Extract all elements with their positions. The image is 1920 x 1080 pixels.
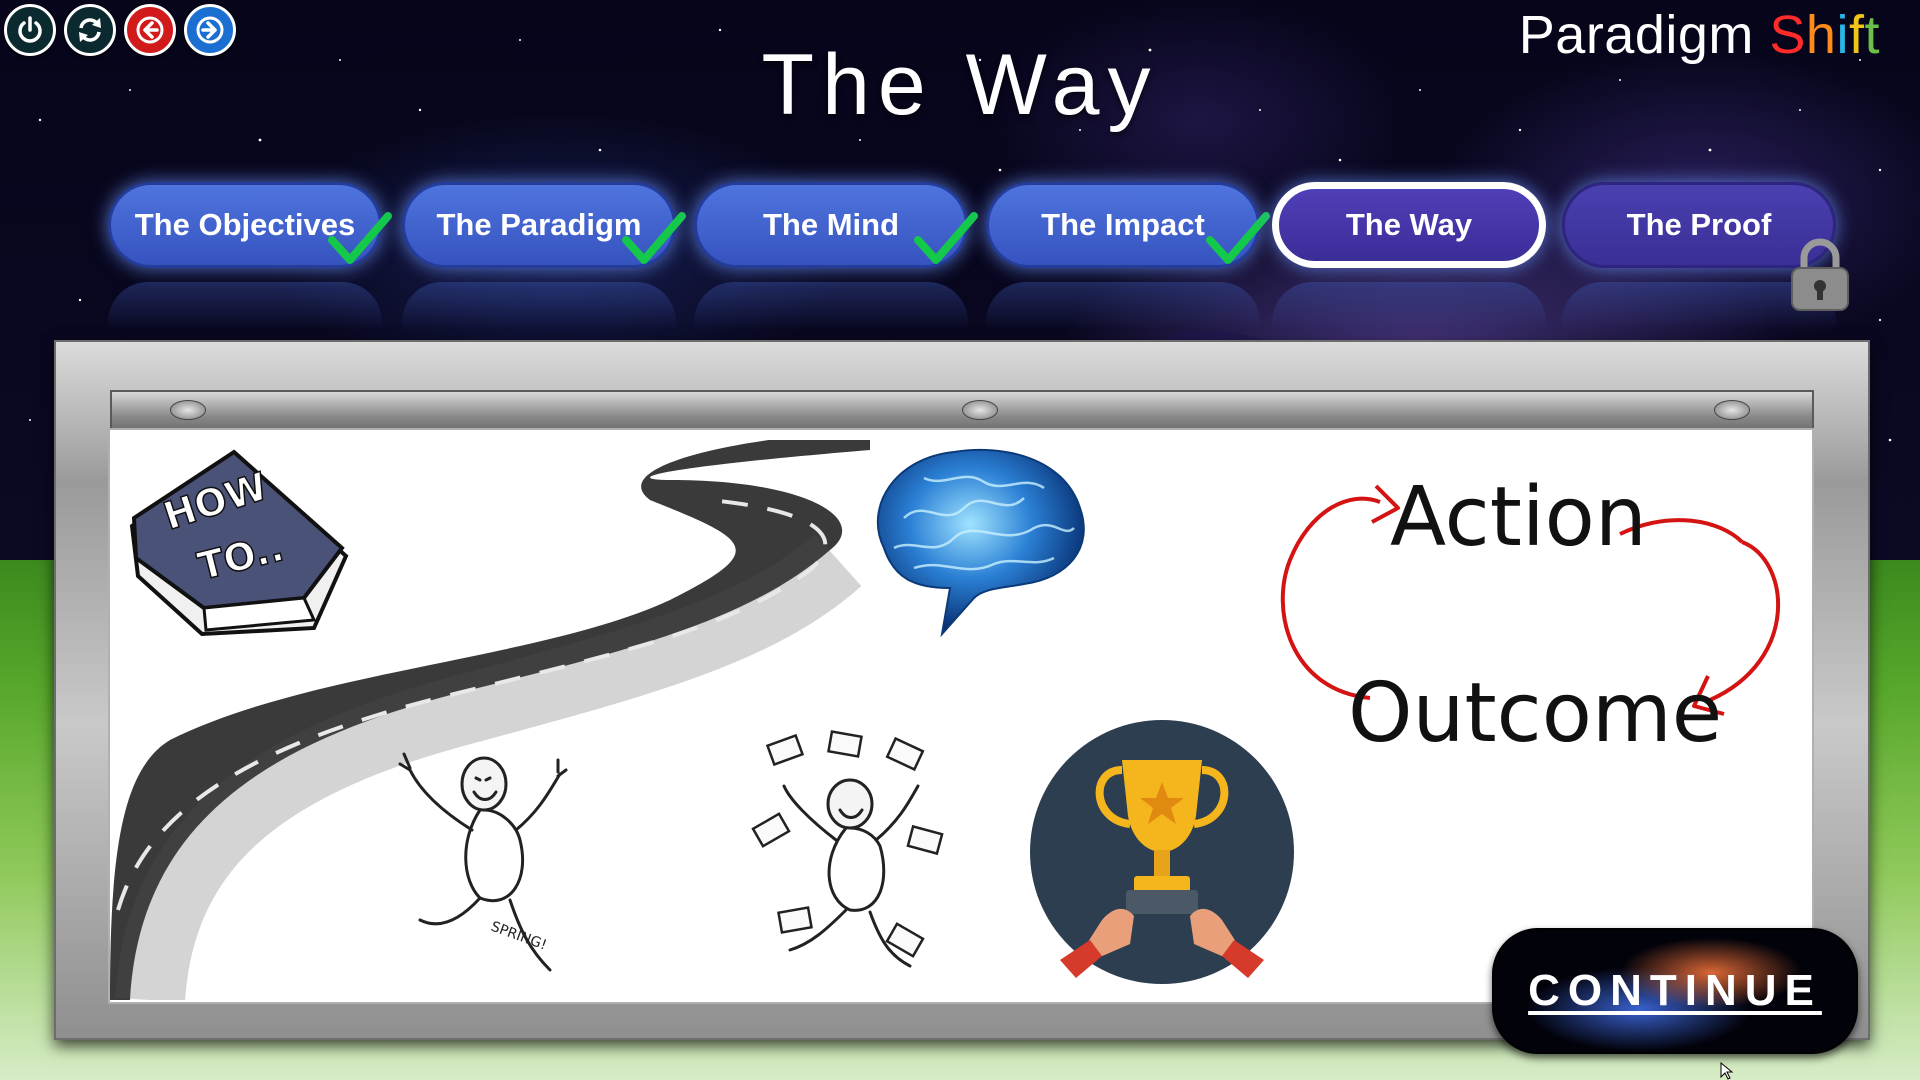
trophy-icon <box>1030 720 1294 984</box>
screw <box>962 400 998 420</box>
continue-button[interactable]: CONTINUE <box>1492 928 1858 1054</box>
money-man-illustration <box>751 730 944 968</box>
tab-label: The Objectives <box>134 207 356 242</box>
screw <box>170 400 206 420</box>
tab-label: The Proof <box>1626 207 1772 242</box>
tab-reflection <box>694 282 968 330</box>
how-to-book-icon: HOW TO.. <box>129 449 349 637</box>
lock-icon <box>1791 238 1849 311</box>
outcome-label: Outcome <box>1348 666 1723 761</box>
tab-label: The Impact <box>1041 207 1205 242</box>
action-label: Action <box>1390 470 1647 565</box>
mouse-cursor-icon <box>1720 1062 1734 1080</box>
tab-reflection <box>1272 282 1546 330</box>
tab-label: The Way <box>1345 207 1473 242</box>
checkmark-icon <box>328 212 392 264</box>
tab-reflection <box>402 282 676 330</box>
checkmark-icon <box>914 212 978 264</box>
continue-label: CONTINUE <box>1528 966 1822 1015</box>
content-panel: HOW TO.. Action Outcome SPRING! <box>108 428 1814 1004</box>
page-title: The Way <box>761 37 1159 133</box>
tab-label: The Paradigm <box>436 207 642 242</box>
tab-way[interactable]: The Way <box>1272 182 1546 268</box>
checkmark-icon <box>622 212 686 264</box>
tab-label: The Mind <box>762 207 900 242</box>
tab-reflection <box>986 282 1260 330</box>
checkmark-icon <box>1206 212 1270 264</box>
screw <box>1714 400 1750 420</box>
happy-man-illustration: SPRING! <box>398 752 568 972</box>
brain-illustration <box>876 448 1085 638</box>
tab-reflection <box>108 282 382 330</box>
